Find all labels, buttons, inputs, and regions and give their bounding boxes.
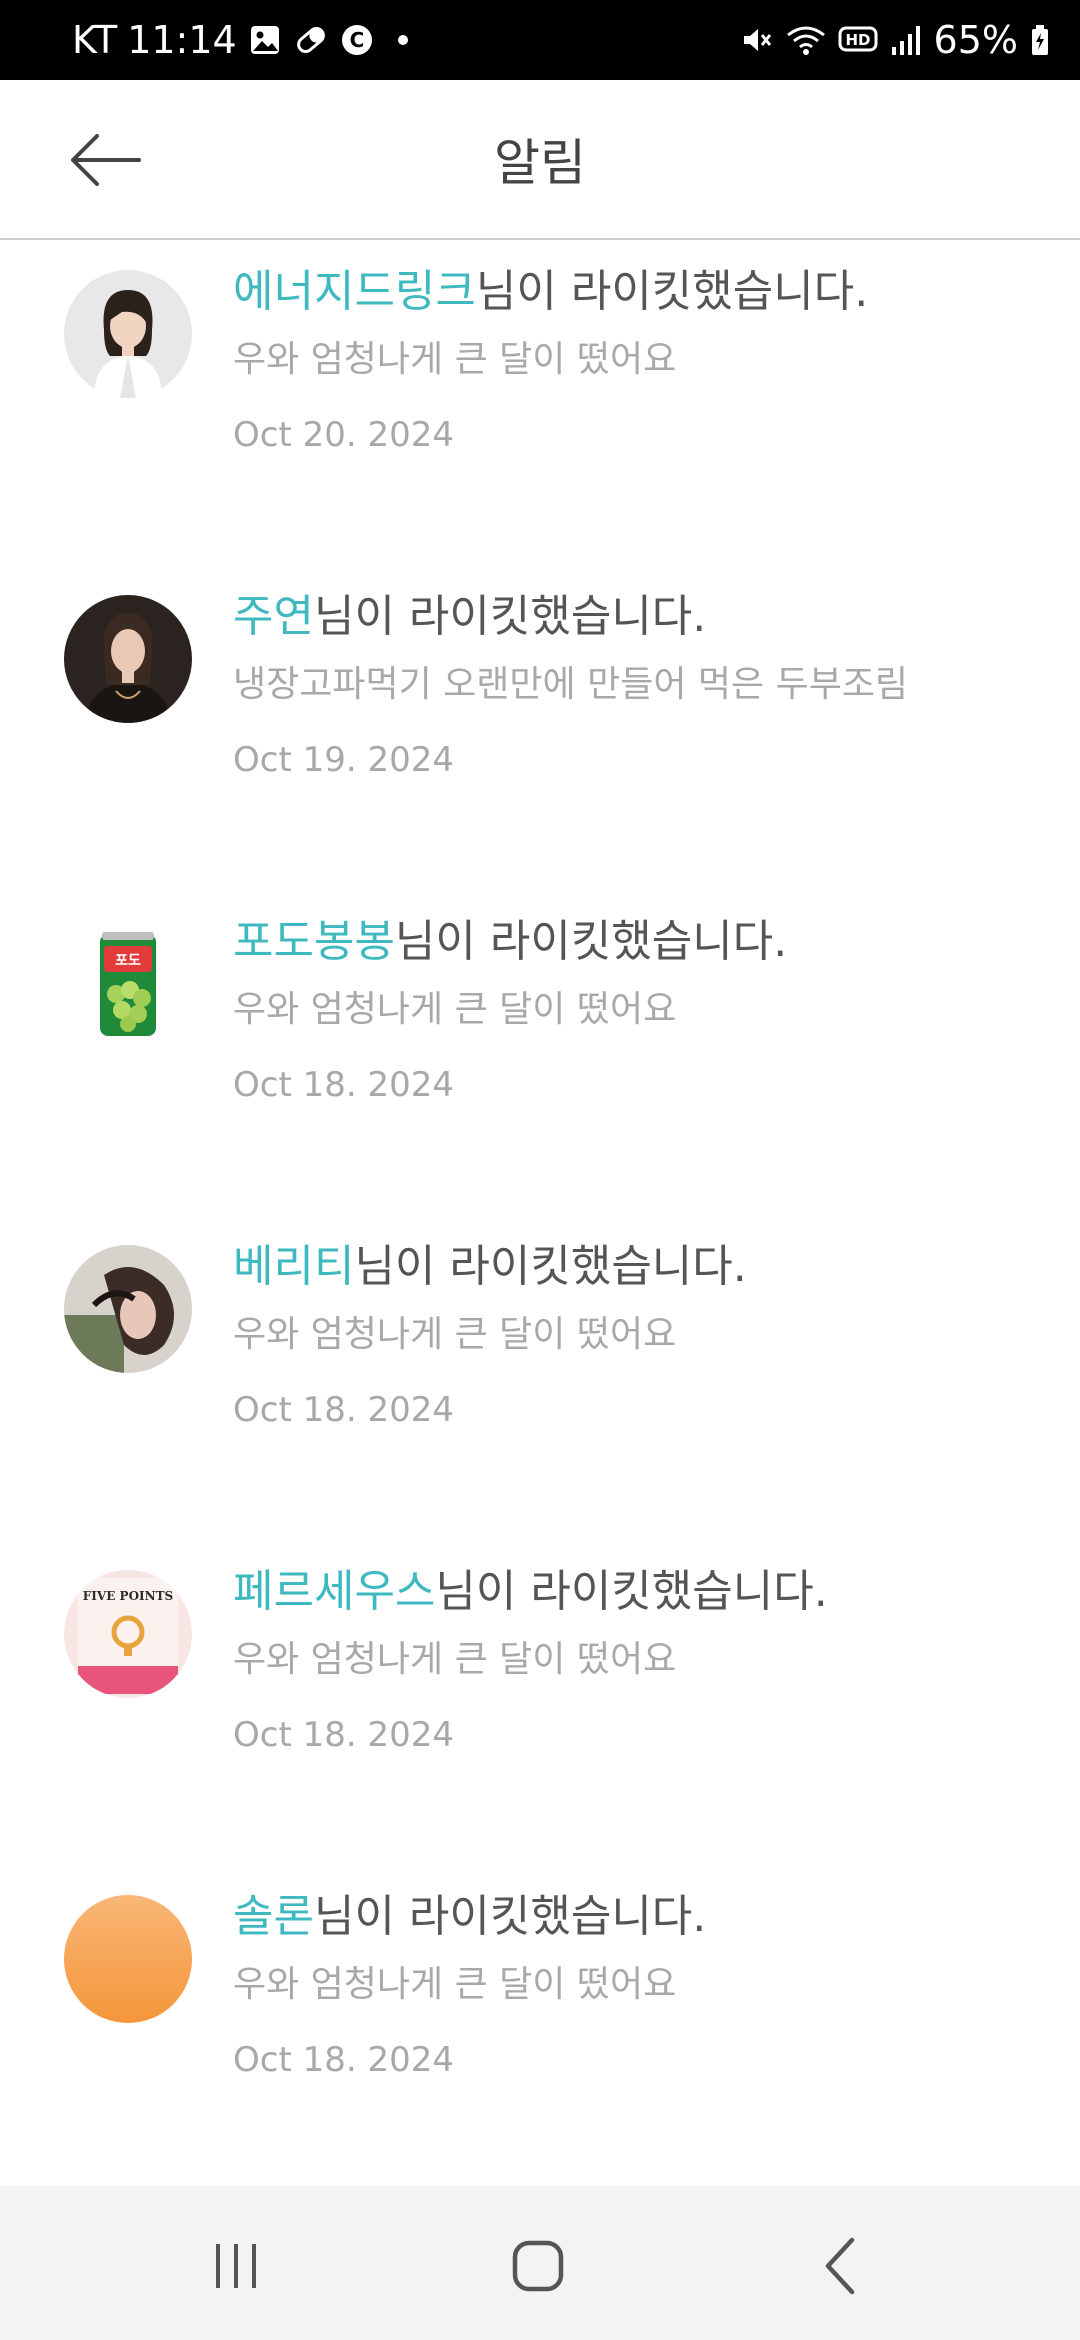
page-title: 알림 <box>494 134 586 192</box>
username-link[interactable]: 에너지드링크 <box>233 266 476 317</box>
avatar[interactable] <box>64 1895 192 2023</box>
post-title: 우와 엄청나게 큰 달이 떴어요 <box>233 339 677 380</box>
notification-text: 솔론님이 라이킷했습니다. 우와 엄청나게 큰 달이 떴어요 Oct 18. 2… <box>233 1887 1050 2083</box>
notification-item[interactable]: 솔론님이 라이킷했습니다. 우와 엄청나게 큰 달이 떴어요 Oct 18. 2… <box>0 1865 1080 2190</box>
notification-list: 에너지드링크님이 라이킷했습니다. 우와 엄청나게 큰 달이 떴어요 Oct 2… <box>0 240 1080 2190</box>
book-title: FIVE POINTS <box>83 1589 173 1603</box>
notification-item[interactable]: 포도 포도봉봉님이 라이킷했습니다. 우와 엄청나게 큰 달이 떴어요 Oct … <box>0 890 1080 1215</box>
notification-date: Oct 19. 2024 <box>233 740 454 780</box>
app-header: 알림 <box>0 80 1080 240</box>
notification-date: Oct 18. 2024 <box>233 1065 454 1105</box>
notification-headline: 솔론님이 라이킷했습니다. <box>233 1887 1050 1947</box>
gallery-icon <box>247 22 283 58</box>
wifi-icon <box>786 22 826 58</box>
notification-headline: 주연님이 라이킷했습니다. <box>233 587 1050 647</box>
post-title: 우와 엄청나게 큰 달이 떴어요 <box>233 1639 677 1680</box>
status-left: KT 11:14 C <box>72 0 421 80</box>
mute-icon <box>740 22 774 58</box>
notification-item[interactable]: FIVE POINTS 페르세우스님이 라이킷했습니다. 우와 엄청나게 큰 달… <box>0 1540 1080 1865</box>
avatar[interactable]: FIVE POINTS <box>64 1570 192 1698</box>
notification-text: 에너지드링크님이 라이킷했습니다. 우와 엄청나게 큰 달이 떴어요 Oct 2… <box>233 262 1050 458</box>
username-link[interactable]: 페르세우스 <box>233 1566 435 1617</box>
notification-item[interactable]: 주연님이 라이킷했습니다. 냉장고파먹기 오랜만에 만들어 먹은 두부조림 Oc… <box>0 565 1080 890</box>
c-badge-icon: C <box>339 22 375 58</box>
notification-date: Oct 18. 2024 <box>233 1390 454 1430</box>
home-icon <box>512 2240 564 2292</box>
book-cover-icon: FIVE POINTS <box>64 1570 192 1698</box>
notification-item[interactable]: 베리티님이 라이킷했습니다. 우와 엄청나게 큰 달이 떴어요 Oct 18. … <box>0 1215 1080 1540</box>
username-link[interactable]: 솔론 <box>233 1891 314 1942</box>
carrier-label: KT <box>72 18 118 62</box>
svg-text:포도: 포도 <box>115 953 141 969</box>
notification-date: Oct 18. 2024 <box>233 1715 454 1755</box>
notification-text: 페르세우스님이 라이킷했습니다. 우와 엄청나게 큰 달이 떴어요 Oct 18… <box>233 1562 1050 1758</box>
avatar[interactable] <box>64 270 192 398</box>
svg-text:HD: HD <box>845 31 870 49</box>
battery-icon <box>1030 22 1050 58</box>
notification-text: 주연님이 라이킷했습니다. 냉장고파먹기 오랜만에 만들어 먹은 두부조림 Oc… <box>233 587 1050 783</box>
notification-headline: 베리티님이 라이킷했습니다. <box>233 1237 1050 1297</box>
clock: 11:14 <box>127 18 237 62</box>
post-title: 냉장고파먹기 오랜만에 만들어 먹은 두부조림 <box>233 664 909 705</box>
notification-date: Oct 20. 2024 <box>233 415 454 455</box>
nav-back-button[interactable] <box>792 2216 892 2316</box>
action-text: 님이 라이킷했습니다. <box>435 1566 828 1617</box>
avatar[interactable]: 포도 <box>64 920 192 1048</box>
hd-icon: HD <box>838 22 878 58</box>
username-link[interactable]: 베리티 <box>233 1241 354 1292</box>
battery-percent: 65% <box>933 18 1018 62</box>
recent-apps-icon <box>216 2244 256 2288</box>
post-title: 우와 엄청나게 큰 달이 떴어요 <box>233 989 677 1030</box>
action-text: 님이 라이킷했습니다. <box>475 266 869 317</box>
username-link[interactable]: 주연 <box>233 591 314 642</box>
post-title: 우와 엄청나게 큰 달이 떴어요 <box>233 1314 677 1355</box>
notification-headline: 포도봉봉님이 라이킷했습니다. <box>233 912 1050 972</box>
action-text: 님이 라이킷했습니다. <box>313 1891 707 1942</box>
notification-headline: 페르세우스님이 라이킷했습니다. <box>233 1562 1050 1622</box>
signal-icon <box>890 22 922 58</box>
status-right: HD 65% <box>740 0 1050 80</box>
post-title: 우와 엄청나게 큰 달이 떴어요 <box>233 1964 677 2005</box>
avatar[interactable] <box>64 595 192 723</box>
notification-item[interactable]: 에너지드링크님이 라이킷했습니다. 우와 엄청나게 큰 달이 떴어요 Oct 2… <box>0 240 1080 565</box>
home-button[interactable] <box>488 2216 588 2316</box>
action-text: 님이 라이킷했습니다. <box>394 916 788 967</box>
username-link[interactable]: 포도봉봉 <box>233 916 395 967</box>
grape-drink-can-icon: 포도 <box>64 920 192 1048</box>
notification-headline: 에너지드링크님이 라이킷했습니다. <box>233 262 1050 322</box>
avatar[interactable] <box>64 1245 192 1373</box>
system-nav-bar <box>0 2186 1080 2340</box>
notification-text: 포도봉봉님이 라이킷했습니다. 우와 엄청나게 큰 달이 떴어요 Oct 18.… <box>233 912 1050 1108</box>
action-text: 님이 라이킷했습니다. <box>313 591 707 642</box>
pill-icon <box>293 22 329 58</box>
dot-icon <box>385 22 421 58</box>
notification-text: 베리티님이 라이킷했습니다. 우와 엄청나게 큰 달이 떴어요 Oct 18. … <box>233 1237 1050 1433</box>
svg-text:C: C <box>349 28 364 52</box>
nav-back-icon <box>825 2237 855 2295</box>
status-bar: KT 11:14 C HD 65% <box>0 0 1080 80</box>
recent-apps-button[interactable] <box>186 2216 286 2316</box>
action-text: 님이 라이킷했습니다. <box>354 1241 747 1292</box>
notification-date: Oct 18. 2024 <box>233 2040 454 2080</box>
